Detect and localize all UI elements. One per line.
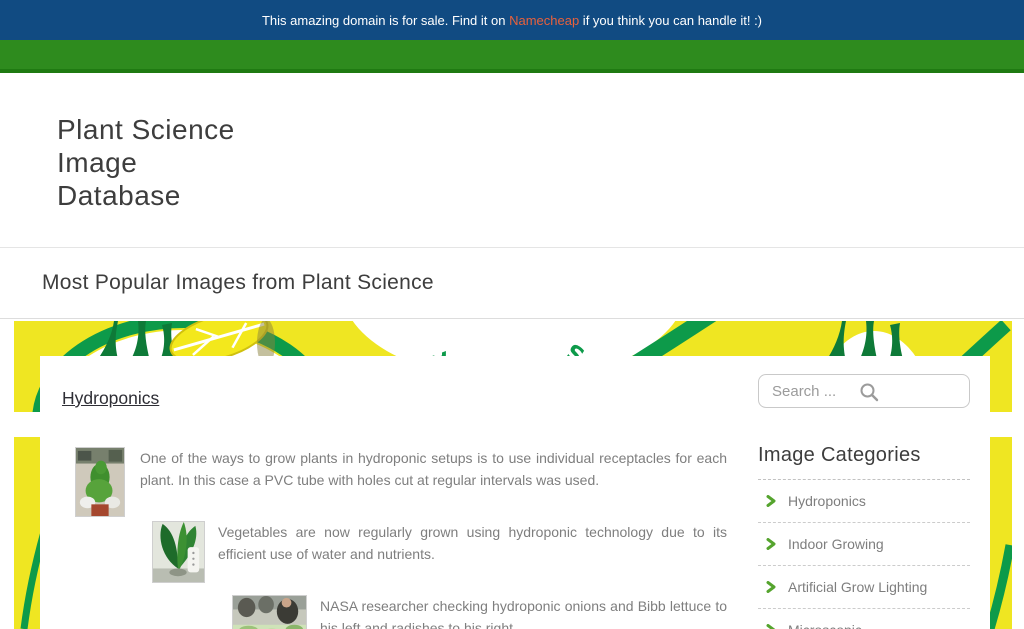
content-area: A L P E S Hydroponics: [0, 319, 1024, 629]
site-title-line: Plant Science: [57, 113, 235, 146]
image-list: One of the ways to grow plants in hydrop…: [62, 447, 752, 629]
item-caption: Vegetables are now regularly grown using…: [218, 521, 727, 565]
chevron-right-icon: [766, 495, 777, 507]
category-list: Hydroponics Indoor Growing Artificial Gr…: [758, 480, 970, 629]
search-icon[interactable]: [859, 382, 879, 402]
item-thumbnail-nasa-researcher[interactable]: [232, 595, 307, 629]
category-item-hydroponics[interactable]: Hydroponics: [758, 480, 970, 523]
site-title[interactable]: Plant Science Image Database: [57, 113, 235, 212]
site-title-line: Database: [57, 179, 235, 212]
category-item-artificial-grow-lighting[interactable]: Artificial Grow Lighting: [758, 566, 970, 609]
sale-banner-text-after: if you think you can handle it! :): [579, 13, 762, 28]
category-label: Microscopic: [788, 622, 862, 629]
nav-bar: [0, 40, 1024, 73]
page-title: Most Popular Images from Plant Science: [42, 271, 434, 295]
sale-banner-text-before: This amazing domain is for sale. Find it…: [262, 13, 509, 28]
category-item-microscopic[interactable]: Microscopic: [758, 609, 970, 629]
category-item-indoor-growing[interactable]: Indoor Growing: [758, 523, 970, 566]
search-box: [758, 374, 970, 408]
category-label: Indoor Growing: [788, 536, 884, 552]
category-label: Artificial Grow Lighting: [788, 579, 927, 595]
list-item: NASA researcher checking hydroponic onio…: [232, 595, 752, 629]
list-item: One of the ways to grow plants in hydrop…: [75, 447, 752, 517]
category-label: Hydroponics: [788, 493, 866, 509]
item-thumbnail-leafy-vegetable[interactable]: [152, 521, 205, 583]
item-thumbnail-pvc-tube[interactable]: [75, 447, 125, 517]
chevron-right-icon: [766, 624, 777, 629]
sidebar: Image Categories Hydroponics Indoor Grow…: [758, 374, 970, 629]
list-item: Vegetables are now regularly grown using…: [152, 521, 752, 583]
item-caption: NASA researcher checking hydroponic onio…: [320, 595, 727, 629]
item-caption: One of the ways to grow plants in hydrop…: [140, 447, 727, 491]
content-card: Hydroponics: [40, 356, 990, 629]
section-title-bar: Most Popular Images from Plant Science: [0, 248, 1024, 319]
namecheap-link[interactable]: Namecheap: [509, 13, 579, 28]
chevron-right-icon: [766, 538, 777, 550]
chevron-right-icon: [766, 581, 777, 593]
domain-sale-banner: This amazing domain is for sale. Find it…: [0, 0, 1024, 40]
site-title-line: Image: [57, 146, 235, 179]
hydroponics-heading-link[interactable]: Hydroponics: [62, 386, 159, 410]
site-header: Plant Science Image Database: [0, 73, 1024, 248]
image-categories-title: Image Categories: [758, 444, 970, 480]
main-column: Hydroponics: [40, 356, 752, 629]
